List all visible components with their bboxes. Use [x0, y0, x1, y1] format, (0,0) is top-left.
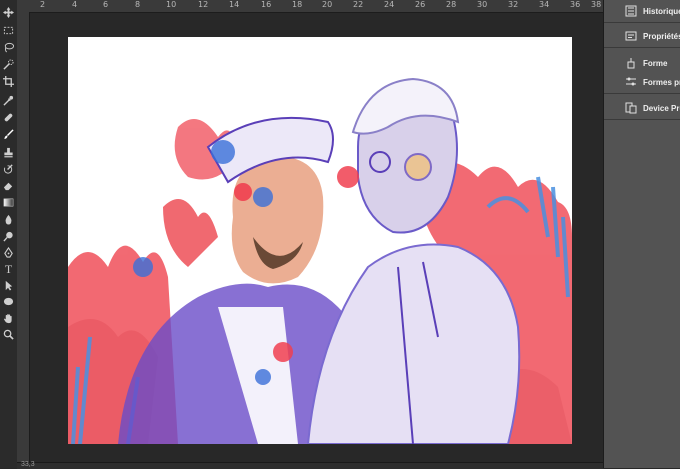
panel-label: Formes pré: [643, 77, 680, 87]
document-canvas[interactable]: [68, 37, 572, 444]
divider: [604, 93, 680, 94]
move-icon[interactable]: [1, 5, 16, 20]
eraser-icon[interactable]: [1, 178, 16, 193]
panel-label: Device Prev: [643, 103, 680, 113]
history-icon: [624, 4, 638, 18]
quick-select-icon[interactable]: [1, 57, 16, 72]
ruler-label: 4: [72, 0, 78, 9]
zoom-readout[interactable]: 33,3: [21, 461, 35, 468]
healing-brush-icon[interactable]: [1, 110, 16, 125]
ruler-label: 20: [322, 0, 333, 9]
ruler-label: 38: [591, 0, 602, 9]
horizontal-ruler: 2 4 6 8 10 12 14 16 18 20 22 24 26 28 30…: [17, 0, 603, 13]
ruler-label: 24: [384, 0, 395, 9]
panel-label: Historique: [643, 6, 680, 16]
ruler-label: 28: [446, 0, 457, 9]
divider: [604, 22, 680, 23]
ruler-label: 8: [135, 0, 141, 9]
tools-panel: T: [0, 0, 18, 468]
panel-proprietes[interactable]: Propriétés: [604, 25, 680, 47]
tool-presets-icon: [624, 75, 638, 89]
ruler-label: 30: [477, 0, 488, 9]
panel-device-preview[interactable]: Device Prev: [604, 97, 680, 119]
ellipse-icon[interactable]: [1, 294, 16, 309]
panel-label: Forme: [643, 58, 668, 68]
ruler-label: 18: [292, 0, 303, 9]
divider: [604, 47, 680, 48]
type-icon[interactable]: T: [1, 261, 16, 276]
history-brush-icon[interactable]: [1, 162, 16, 177]
panel-dock: Historique Propriétés Forme Formes pré D…: [603, 0, 680, 468]
crop-icon[interactable]: [1, 74, 16, 89]
panel-formes-predefinies[interactable]: Formes pré: [604, 71, 680, 93]
device-preview-icon: [624, 101, 638, 115]
ruler-label: 36: [570, 0, 581, 9]
lasso-icon[interactable]: [1, 40, 16, 55]
ruler-label: 2: [40, 0, 46, 9]
artwork-illustration: [68, 77, 572, 444]
ruler-label: 34: [539, 0, 550, 9]
ruler-label: 12: [198, 0, 209, 9]
ruler-label: 16: [261, 0, 272, 9]
dodge-icon[interactable]: [1, 229, 16, 244]
divider: [604, 119, 680, 120]
blur-icon[interactable]: [1, 212, 16, 227]
shape-icon: [624, 56, 638, 70]
ruler-label: 10: [166, 0, 177, 9]
hand-icon[interactable]: [1, 311, 16, 326]
panel-historique[interactable]: Historique: [604, 0, 680, 22]
ruler-label: 14: [229, 0, 240, 9]
stamp-icon[interactable]: [1, 145, 16, 160]
ruler-label: 26: [415, 0, 426, 9]
ruler-label: 32: [508, 0, 519, 9]
ruler-label: 6: [103, 0, 109, 9]
path-select-icon[interactable]: [1, 278, 16, 293]
pen-icon[interactable]: [1, 245, 16, 260]
eyedropper-icon[interactable]: [1, 93, 16, 108]
vertical-ruler: [17, 12, 30, 462]
zoom-icon[interactable]: [1, 327, 16, 342]
properties-icon: [624, 29, 638, 43]
marquee-icon[interactable]: [1, 23, 16, 38]
ruler-label: 22: [353, 0, 364, 9]
gradient-icon[interactable]: [1, 195, 16, 210]
panel-label: Propriétés: [643, 31, 680, 41]
brush-icon[interactable]: [1, 127, 16, 142]
